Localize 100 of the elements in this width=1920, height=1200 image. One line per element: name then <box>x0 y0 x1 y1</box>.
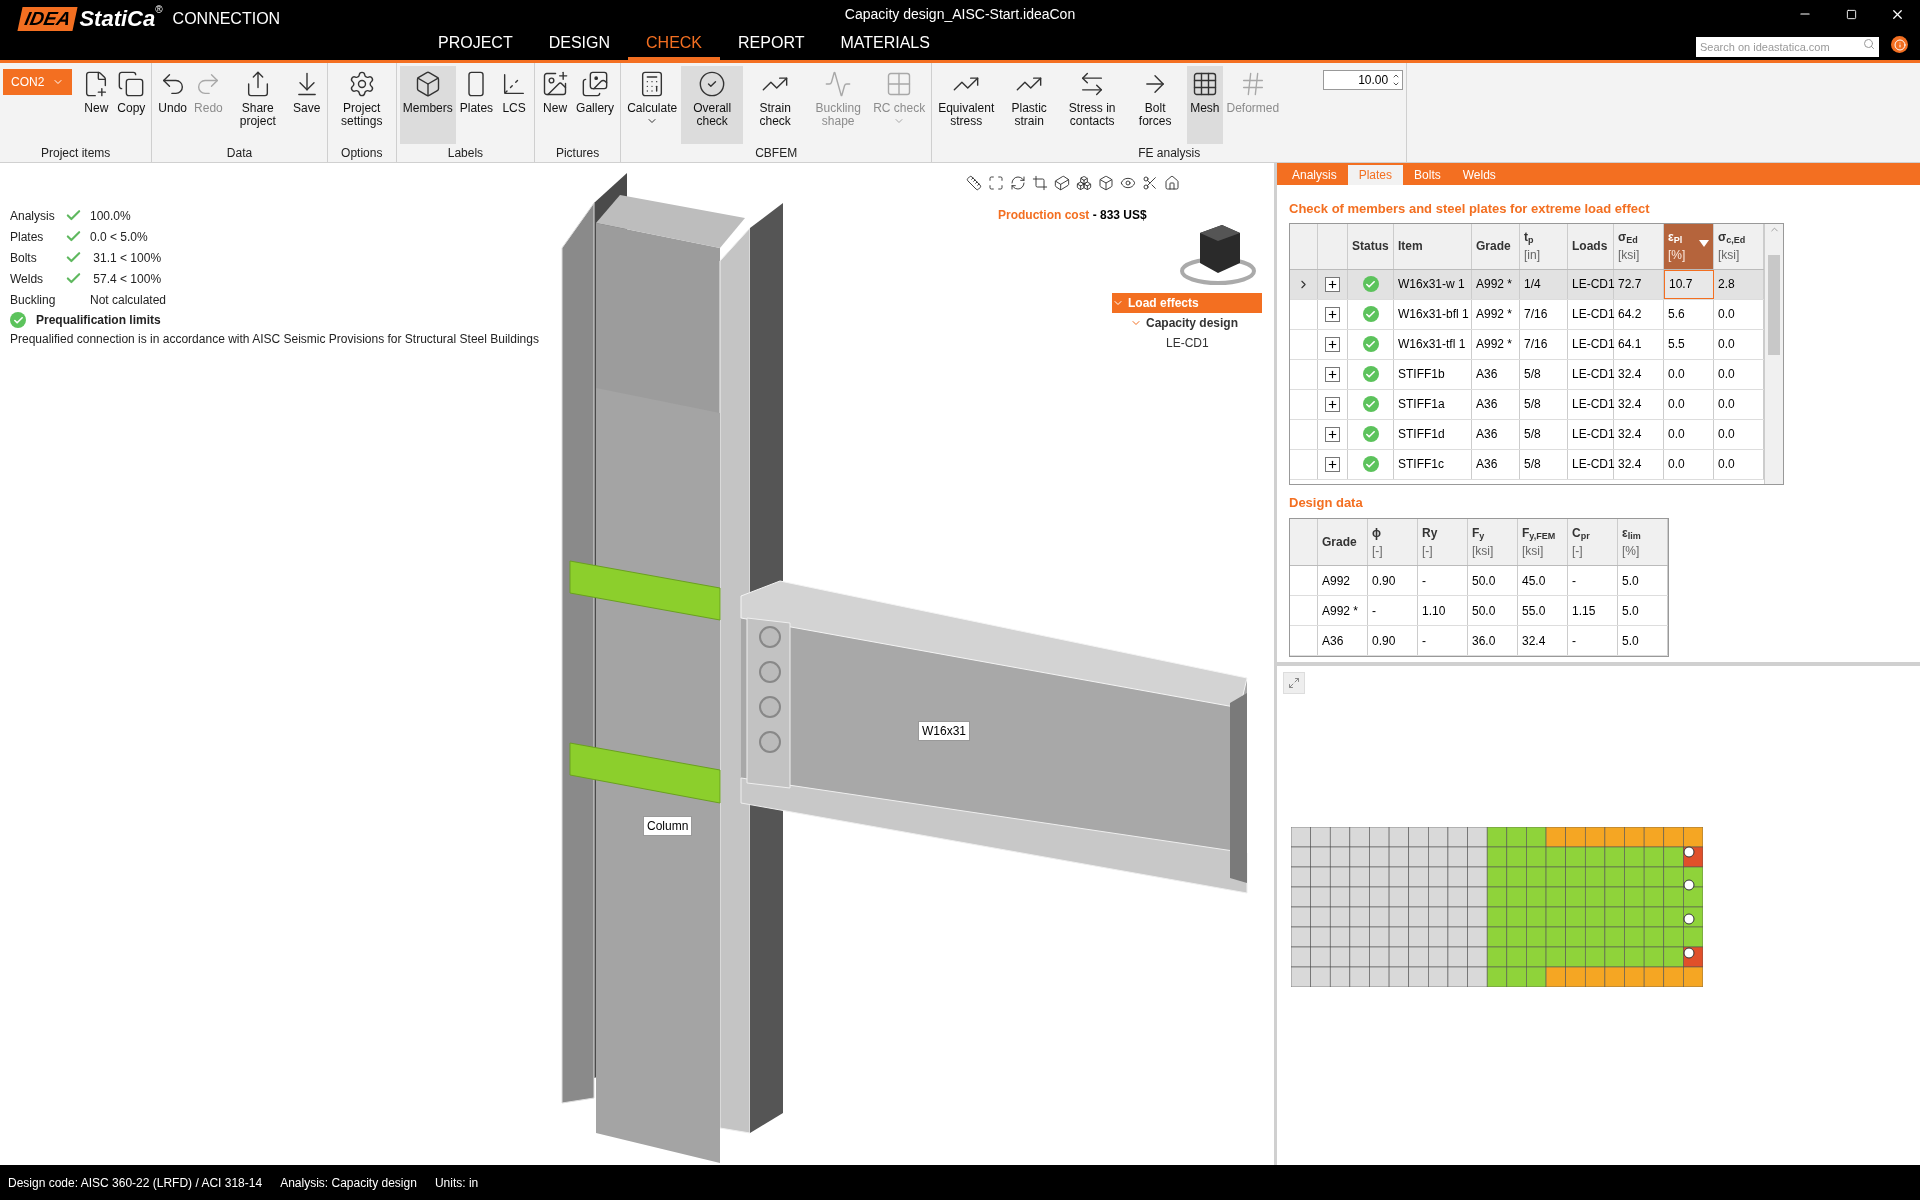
table-row[interactable]: STIFF1a A36 5/8 LE-CD1 32.4 0.0 0.0 <box>1290 389 1764 420</box>
menu-tab[interactable]: MATERIALS <box>822 28 948 60</box>
expand-button[interactable] <box>1325 456 1340 472</box>
column-header[interactable]: ε$_{Pl}$ [%] <box>1664 223 1714 269</box>
column-header[interactable]: Grade <box>1472 223 1520 269</box>
table-cell: 45.0 <box>1518 566 1568 595</box>
ribbon-button[interactable]: Overall check <box>681 66 744 144</box>
table-cell: - <box>1568 566 1618 595</box>
expand-button[interactable] <box>1325 336 1340 352</box>
table-cell: 64.2 <box>1614 299 1664 329</box>
expand-button[interactable] <box>1325 366 1340 382</box>
mesh-size-spinner[interactable]: 10.00 <box>1323 70 1404 90</box>
table-row[interactable]: W16x31-bfl 1 A992 * 7/16 LE-CD1 64.2 5.6 0.0 <box>1290 299 1764 330</box>
table-cell: 7/16 <box>1520 329 1568 359</box>
table-row[interactable]: STIFF1b A36 5/8 LE-CD1 32.4 0.0 0.0 <box>1290 359 1764 390</box>
table-cell: A992 * <box>1472 299 1520 329</box>
scissors-icon[interactable] <box>1142 175 1158 191</box>
menu-tab[interactable]: PROJECT <box>420 28 531 60</box>
check-label: Bolts <box>10 249 38 267</box>
ribbon-button[interactable]: Calculate <box>624 66 681 144</box>
home-icon[interactable] <box>1164 175 1180 191</box>
table-cell: 5.5 <box>1664 329 1714 359</box>
menu-tab[interactable]: DESIGN <box>530 28 628 60</box>
cube-icon[interactable] <box>1054 175 1070 191</box>
ribbon-button[interactable]: Strain check <box>744 66 807 144</box>
column-header[interactable]: Loads <box>1568 223 1614 269</box>
table-cell: 32.4 <box>1614 449 1664 479</box>
window-title: Capacity design_AISC-Start.ideaCon <box>844 4 1076 24</box>
ribbon-button[interactable]: Plastic strain <box>998 66 1061 144</box>
header-unit: [ksi] <box>1618 247 1640 264</box>
rotate-icon[interactable] <box>1010 175 1026 191</box>
logo-name: StatiCa <box>79 6 156 33</box>
ribbon-button[interactable]: Gallery <box>573 66 618 144</box>
column-header[interactable]: Status <box>1348 223 1394 269</box>
table-row[interactable]: W16x31-w 1 A992 * 1/4 LE-CD1 72.7 10.7 2.8 <box>1290 269 1764 300</box>
table-cell: STIFF1d <box>1394 419 1472 449</box>
expand-button[interactable] <box>1325 306 1340 322</box>
check-label: Welds <box>10 270 45 288</box>
table-cell: 32.4 <box>1614 389 1664 419</box>
table-cell: A36 <box>1318 626 1368 655</box>
header-unit: [in] <box>1524 247 1540 264</box>
crop-icon[interactable] <box>1032 175 1048 191</box>
table-cell: 0.90 <box>1368 626 1418 655</box>
table-cell: 0.0 <box>1664 389 1714 419</box>
ribbon-button[interactable]: Bolt forces <box>1124 66 1187 144</box>
search-field[interactable]: Search on ideastatica.com <box>1696 37 1879 57</box>
table-row[interactable]: STIFF1c A36 5/8 LE-CD1 32.4 0.0 0.0 <box>1290 449 1764 480</box>
ribbon-button[interactable]: LCS <box>497 66 532 144</box>
table-cell: - <box>1368 596 1418 625</box>
expand-button[interactable] <box>1325 426 1340 442</box>
ribbon-button[interactable]: Save <box>289 66 324 144</box>
ribbon-button[interactable]: Plates <box>456 66 497 144</box>
ribbon-button[interactable]: Mesh <box>1187 66 1223 144</box>
tree-item[interactable]: LE-CD1 <box>1148 333 1262 353</box>
table-cell: 36.0 <box>1468 626 1518 655</box>
expand-icon[interactable] <box>988 175 1004 191</box>
ribbon-button[interactable]: New <box>79 66 114 144</box>
table-cell: 32.4 <box>1614 419 1664 449</box>
header-label: ε$_{Pl}$ <box>1668 229 1683 246</box>
ribbon-button[interactable]: Stress in contacts <box>1061 66 1124 144</box>
ruler-icon[interactable] <box>966 175 982 191</box>
check-circle-icon <box>698 70 727 98</box>
ribbon-button[interactable]: Share project <box>226 66 289 144</box>
column-header[interactable]: t$_{p}$ [in] <box>1520 223 1568 269</box>
eye-icon[interactable] <box>1120 175 1136 191</box>
ribbon-button[interactable]: Undo <box>155 66 191 144</box>
cubes-icon[interactable] <box>1076 175 1092 191</box>
table-cell: LE-CD1 <box>1568 329 1614 359</box>
table-cell: 10.7 <box>1664 269 1714 299</box>
registered-mark: ® <box>155 3 163 15</box>
table-cell: 5/8 <box>1520 389 1568 419</box>
table-cell: 1.10 <box>1418 596 1468 625</box>
table-cell: A992 <box>1318 566 1368 595</box>
ribbon-button[interactable]: New <box>538 66 573 144</box>
ribbon-button[interactable]: Project settings <box>330 66 393 144</box>
table-cell: 55.0 <box>1518 596 1568 625</box>
section-title: Check of members and steel plates for extreme load effect <box>1289 200 1651 218</box>
header-label: Status <box>1352 238 1389 255</box>
ribbon-button[interactable]: Members <box>399 66 456 144</box>
header-unit: [ksi] <box>1522 543 1544 560</box>
header-label: Ry <box>1422 525 1438 542</box>
header-label: σ$_{Ed}$ <box>1618 229 1638 246</box>
table-row[interactable]: STIFF1d A36 5/8 LE-CD1 32.4 0.0 0.0 <box>1290 419 1764 450</box>
expand-button[interactable] <box>1325 276 1340 292</box>
table-cell: A36 <box>1472 449 1520 479</box>
ribbon-button[interactable]: Copy <box>114 66 149 144</box>
tree-item[interactable]: Capacity design <box>1130 313 1262 333</box>
scrollbar-thumb[interactable] <box>1768 254 1780 355</box>
expand-icon[interactable] <box>1283 672 1305 694</box>
header-label: Grade <box>1476 238 1511 255</box>
header-label: t$_{p}$ <box>1524 229 1534 246</box>
ribbon-button[interactable]: Equivalent stress <box>935 66 998 144</box>
info-icon[interactable] <box>1891 36 1908 53</box>
table-row[interactable]: W16x31-tfl 1 A992 * 7/16 LE-CD1 64.1 5.5 0.0 <box>1290 329 1764 360</box>
column-header[interactable]: Item <box>1394 223 1472 269</box>
expand-button[interactable] <box>1325 396 1340 412</box>
menu-tab[interactable]: REPORT <box>720 28 823 60</box>
table-cell: W16x31-w 1 <box>1394 269 1472 299</box>
box-icon[interactable] <box>1098 175 1114 191</box>
group-label: FE analysis <box>1137 145 1202 162</box>
